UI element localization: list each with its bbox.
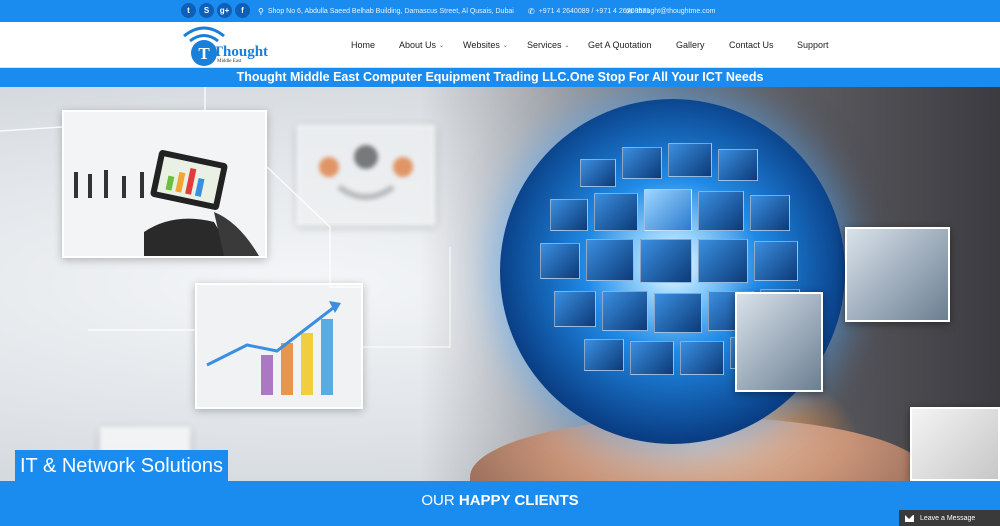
logo-subtitle: Middle East bbox=[217, 59, 242, 64]
network-diagram-card bbox=[910, 407, 1000, 481]
nav-websites[interactable]: Websites ⌄ bbox=[463, 22, 508, 68]
social-links: t S g+ f bbox=[181, 3, 250, 18]
nav-services[interactable]: Services ⌄ bbox=[527, 22, 570, 68]
address-text: Shop No 6, Abdulla Saeed Belhab Building… bbox=[267, 7, 514, 15]
chevron-down-icon: ⌄ bbox=[502, 42, 508, 49]
nav-contact-us-label: Contact Us bbox=[729, 40, 774, 50]
logo-wordmark: Thought bbox=[213, 44, 269, 60]
envelope-icon: ✉ bbox=[626, 6, 633, 16]
nav-websites-label: Websites bbox=[463, 40, 500, 50]
nav-gallery-label: Gallery bbox=[676, 40, 705, 50]
twitter-icon[interactable]: t bbox=[181, 3, 196, 18]
leave-message-button[interactable]: Leave a Message bbox=[899, 510, 1000, 526]
nav-about-us[interactable]: About Us ⌄ bbox=[399, 22, 444, 68]
chevron-down-icon: ⌄ bbox=[564, 42, 570, 49]
email-text[interactable]: thought@thoughtme.com bbox=[637, 8, 716, 15]
clients-heading-prefix: OUR bbox=[421, 492, 455, 509]
svg-text:T: T bbox=[198, 44, 210, 63]
touchscreen-card bbox=[735, 292, 823, 392]
nav-get-quotation-label: Get A Quotation bbox=[588, 40, 652, 50]
nav-gallery[interactable]: Gallery bbox=[676, 22, 705, 68]
nav-contact-us[interactable]: Contact Us bbox=[729, 22, 774, 68]
envelope-icon bbox=[905, 514, 914, 522]
media-globe-illustration bbox=[500, 99, 845, 444]
nav-home[interactable]: Home bbox=[351, 22, 375, 68]
nav-home-label: Home bbox=[351, 40, 376, 50]
leave-message-label: Leave a Message bbox=[920, 514, 976, 522]
hero-caption: IT & Network Solutions bbox=[15, 450, 229, 481]
nav-about-us-label: About Us bbox=[399, 40, 437, 50]
nav-support-label: Support bbox=[797, 40, 829, 50]
address: ⚲ Shop No 6, Abdulla Saeed Belhab Buildi… bbox=[258, 0, 514, 22]
google-plus-icon[interactable]: g+ bbox=[217, 3, 232, 18]
happy-clients-section: OUR HAPPY CLIENTS bbox=[0, 481, 1000, 526]
map-marker-icon: ⚲ bbox=[258, 6, 264, 16]
handshake-card bbox=[845, 227, 950, 322]
phone-icon: ✆ bbox=[528, 6, 535, 16]
email: ✉ thought@thoughtme.com bbox=[626, 0, 715, 22]
top-contact-bar: t S g+ f ⚲ Shop No 6, Abdulla Saeed Belh… bbox=[0, 0, 1000, 22]
nav-get-quotation[interactable]: Get A Quotation bbox=[588, 22, 652, 68]
chevron-down-icon: ⌄ bbox=[439, 42, 445, 49]
nav-support[interactable]: Support bbox=[797, 22, 829, 68]
tagline-banner: Thought Middle East Computer Equipment T… bbox=[0, 68, 1000, 87]
clients-heading-highlight: HAPPY CLIENTS bbox=[458, 492, 579, 509]
skype-icon[interactable]: S bbox=[199, 3, 214, 18]
facebook-icon[interactable]: f bbox=[235, 3, 250, 18]
hero-slider[interactable]: IT & Network Solutions bbox=[0, 87, 1000, 481]
nav-services-label: Services bbox=[527, 40, 562, 50]
